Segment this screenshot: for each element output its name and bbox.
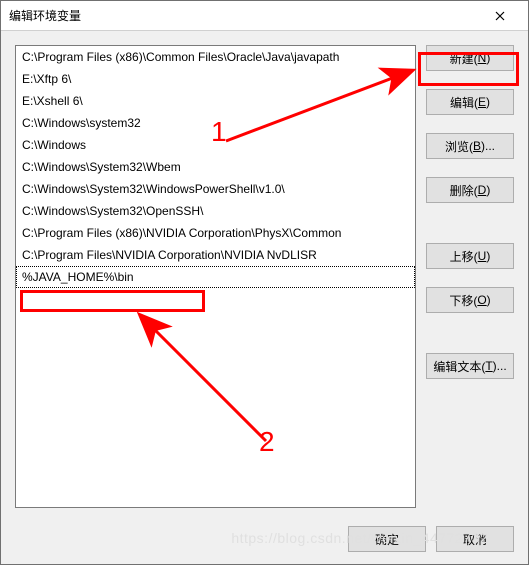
moveup-button[interactable]: 上移(U)	[426, 243, 514, 269]
list-item[interactable]: C:\Windows\System32\Wbem	[16, 156, 415, 178]
list-item[interactable]: E:\Xshell 6\	[16, 90, 415, 112]
list-item[interactable]: E:\Xftp 6\	[16, 68, 415, 90]
list-item[interactable]: C:\Windows\System32\OpenSSH\	[16, 200, 415, 222]
browse-button[interactable]: 浏览(B)...	[426, 133, 514, 159]
list-item[interactable]: C:\Windows\System32\WindowsPowerShell\v1…	[16, 178, 415, 200]
footer-buttons: 确定 取消	[348, 526, 514, 552]
list-item-editing[interactable]: %JAVA_HOME%\bin	[16, 266, 415, 288]
list-item[interactable]: C:\Windows\system32	[16, 112, 415, 134]
edit-button[interactable]: 编辑(E)	[426, 89, 514, 115]
delete-button[interactable]: 删除(D)	[426, 177, 514, 203]
buttons-column: 新建(N) 编辑(E) 浏览(B)... 删除(D) 上移(U) 下移(O) 编…	[426, 45, 514, 508]
list-item[interactable]: C:\Program Files (x86)\Common Files\Orac…	[16, 46, 415, 68]
dialog-content: C:\Program Files (x86)\Common Files\Orac…	[1, 31, 528, 564]
new-button[interactable]: 新建(N)	[426, 45, 514, 71]
window-title: 编辑环境变量	[9, 7, 480, 24]
list-item[interactable]: C:\Program Files (x86)\NVIDIA Corporatio…	[16, 222, 415, 244]
close-button[interactable]	[480, 2, 520, 30]
dialog-window: 编辑环境变量 C:\Program Files (x86)\Common Fil…	[0, 0, 529, 565]
movedown-button[interactable]: 下移(O)	[426, 287, 514, 313]
main-row: C:\Program Files (x86)\Common Files\Orac…	[15, 45, 514, 508]
list-item[interactable]: C:\Program Files\NVIDIA Corporation\NVID…	[16, 244, 415, 266]
path-listbox[interactable]: C:\Program Files (x86)\Common Files\Orac…	[15, 45, 416, 508]
list-item[interactable]: C:\Windows	[16, 134, 415, 156]
close-icon	[495, 11, 505, 21]
cancel-button[interactable]: 取消	[436, 526, 514, 552]
edittext-button[interactable]: 编辑文本(T)...	[426, 353, 514, 379]
ok-button[interactable]: 确定	[348, 526, 426, 552]
titlebar: 编辑环境变量	[1, 1, 528, 31]
